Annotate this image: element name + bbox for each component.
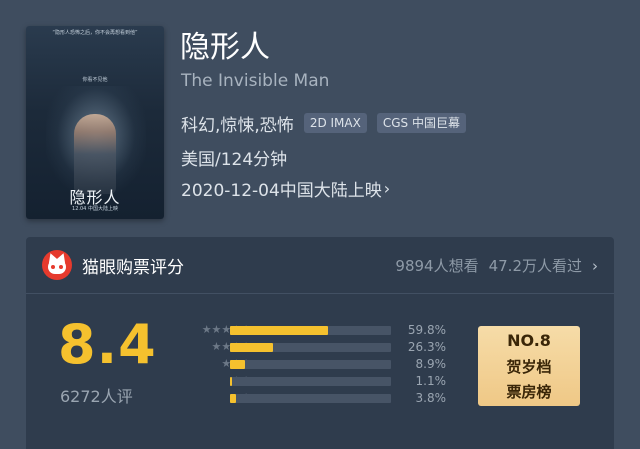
rating-score: 8.4 xyxy=(58,313,157,376)
format-badge-2d-imax: 2D IMAX xyxy=(303,113,367,133)
movie-poster[interactable]: “隐形人恐怖之后，你不会再想看到他” 你看不见他 隐形人 12.04 中国大陆上… xyxy=(26,26,164,219)
poster-figure xyxy=(74,114,116,194)
rating-bar-fill xyxy=(230,360,245,369)
rating-percent: 1.1% xyxy=(415,374,447,388)
want-to-see-count: 9894人想看 xyxy=(395,257,479,275)
rating-row-3-star: ★★★ 8.9% xyxy=(156,356,456,373)
rating-row-1-star: ★ 3.8% xyxy=(156,390,456,407)
poster-top-text: “隐形人恐怖之后，你不会再想看到他” xyxy=(52,30,138,36)
rating-percent: 8.9% xyxy=(415,357,447,371)
rating-bar-fill xyxy=(230,394,237,403)
genres: 科幻,惊悚,恐怖 xyxy=(181,115,294,136)
format-badge-cgs: CGS 中国巨幕 xyxy=(376,113,466,133)
rating-count: 6272人评 xyxy=(60,387,133,406)
rank-list-name: 票房榜 xyxy=(506,383,552,401)
rating-panel-header[interactable]: 猫眼购票评分 9894人想看 47.2万人看过 › xyxy=(26,237,614,294)
poster-date: 12.04 中国大陆上映 xyxy=(72,206,118,212)
rating-percent: 26.3% xyxy=(407,340,446,354)
poster-tagline: 你看不见他 xyxy=(82,77,108,83)
rating-bar-track xyxy=(230,360,391,369)
release-date: 2020-12-04中国大陆上映 xyxy=(181,181,382,201)
genre-row: 科幻,惊悚,恐怖 2D IMAX CGS 中国巨幕 xyxy=(181,112,466,136)
chevron-right-icon: › xyxy=(383,179,391,198)
rating-bar-track xyxy=(230,326,391,335)
rating-bar-fill xyxy=(230,343,274,352)
release-info-link[interactable]: 2020-12-04中国大陆上映 › xyxy=(181,176,390,201)
maoyan-cat-logo-icon xyxy=(42,250,72,280)
watched-count: 47.2万人看过 xyxy=(488,257,582,275)
rating-panel-title: 猫眼购票评分 xyxy=(82,258,184,278)
rating-bar-fill xyxy=(230,326,329,335)
rating-bar-track xyxy=(230,377,391,386)
rating-row-2-star: ★★ 1.1% xyxy=(156,373,456,390)
rank-category: 贺岁档 xyxy=(506,358,552,376)
rating-panel: 猫眼购票评分 9894人想看 47.2万人看过 › 8.4 6272人评 ★★★… xyxy=(26,237,614,449)
movie-title: 隐形人 xyxy=(180,30,270,65)
country-duration: 美国/124分钟 xyxy=(181,150,288,170)
box-office-rank-badge[interactable]: NO.8 贺岁档 票房榜 xyxy=(478,326,580,406)
rating-percent: 59.8% xyxy=(407,323,446,337)
rank-number: NO.8 xyxy=(507,331,551,350)
rating-percent: 3.8% xyxy=(415,391,447,405)
movie-title-english: The Invisible Man xyxy=(181,71,330,91)
rating-row-4-star: ★★★★ 26.3% xyxy=(156,339,456,356)
rating-distribution: ★★★★★ 59.8% ★★★★ 26.3% ★★★ 8.9% ★★ 1.1% … xyxy=(156,322,456,407)
rating-bar-fill xyxy=(230,377,232,386)
rating-bar-track xyxy=(230,343,391,352)
audience-stats[interactable]: 9894人想看 47.2万人看过 › xyxy=(395,255,598,276)
chevron-right-icon: › xyxy=(592,256,598,275)
rating-bar-track xyxy=(230,394,391,403)
rating-row-5-star: ★★★★★ 59.8% xyxy=(156,322,456,339)
